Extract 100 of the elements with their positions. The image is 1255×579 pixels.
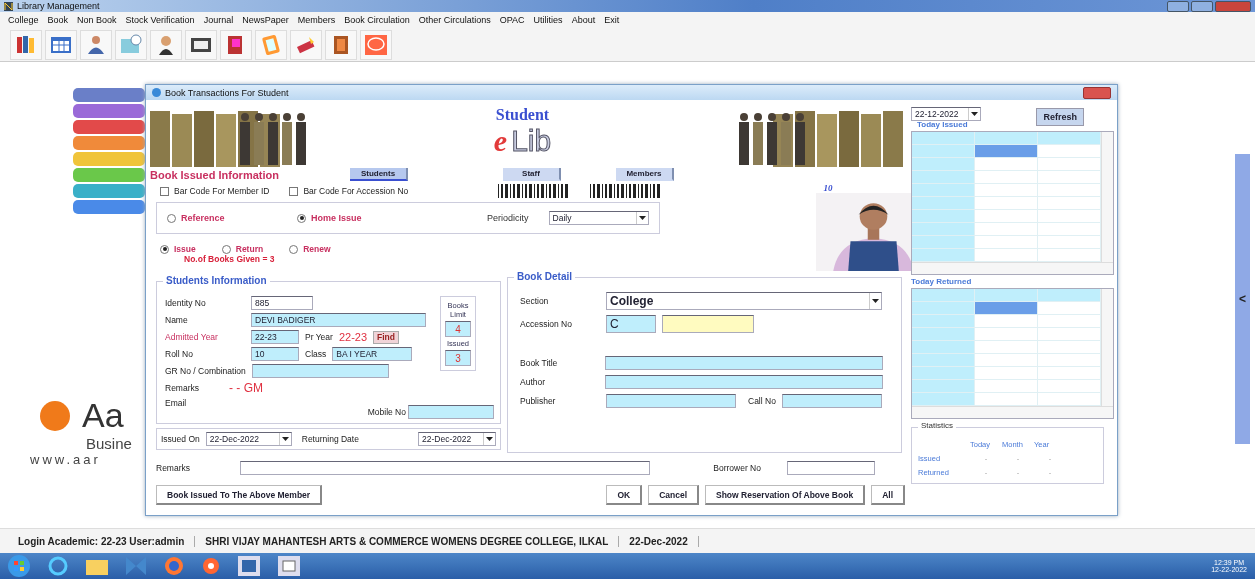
- vertical-scrollbar[interactable]: [1101, 289, 1113, 406]
- button[interactable]: OK: [606, 485, 643, 505]
- menu-item[interactable]: Stock Verification: [125, 15, 195, 25]
- tab[interactable]: Members: [616, 168, 674, 181]
- input-field[interactable]: [781, 394, 882, 408]
- input-field[interactable]: 885: [251, 296, 313, 310]
- toolbar-button[interactable]: [150, 29, 182, 60]
- menu-item[interactable]: Book: [47, 15, 69, 25]
- toolbar-button[interactable]: [80, 29, 112, 60]
- start-button[interactable]: [8, 555, 30, 577]
- input-field[interactable]: 10: [251, 347, 299, 361]
- button[interactable]: Cancel: [648, 485, 699, 505]
- button[interactable]: All: [871, 485, 905, 505]
- minimize-button[interactable]: [1167, 0, 1189, 12]
- field-label: Name: [165, 315, 189, 325]
- menu-item[interactable]: Book Circulation: [344, 15, 410, 25]
- input-field[interactable]: DEVI BADIGER: [251, 313, 426, 327]
- maximize-button[interactable]: [1191, 0, 1213, 12]
- radio-button[interactable]: [167, 213, 176, 223]
- record-icon[interactable]: [202, 557, 220, 575]
- menu-item[interactable]: NewsPaper: [242, 15, 289, 25]
- input-field[interactable]: [662, 315, 754, 333]
- field-label: Admitted Year: [165, 332, 219, 342]
- dropdown[interactable]: Daily: [548, 211, 649, 225]
- menu-item[interactable]: Utilities: [533, 15, 563, 25]
- browser-icon[interactable]: [48, 556, 68, 576]
- browser-icon[interactable]: [164, 556, 184, 576]
- refresh-button[interactable]: Refresh: [1036, 108, 1084, 126]
- radio-button[interactable]: [289, 244, 299, 254]
- menu-item[interactable]: OPAC: [499, 15, 525, 25]
- toolbar-button[interactable]: [220, 29, 252, 60]
- radio-button[interactable]: [221, 244, 231, 254]
- input-field[interactable]: [408, 405, 494, 419]
- status-text: Login Academic: 22-23 User:admin: [8, 535, 196, 547]
- dropdown[interactable]: 22-Dec-2022: [418, 432, 496, 446]
- data-grid[interactable]: [911, 288, 1114, 419]
- field-label: GR No / Combination: [165, 366, 246, 376]
- radio-label: Home Issue: [311, 213, 362, 223]
- field-label: Periodicity: [487, 213, 529, 223]
- tab[interactable]: Students: [350, 168, 408, 181]
- menu-item[interactable]: Non Book: [77, 15, 117, 25]
- input-field[interactable]: BA I YEAR: [332, 347, 413, 361]
- button[interactable]: Show Reservation Of Above Book: [705, 485, 866, 505]
- checkbox[interactable]: [289, 186, 299, 196]
- close-button[interactable]: [1083, 86, 1111, 99]
- input-field[interactable]: [604, 375, 883, 389]
- dropdown[interactable]: 22-Dec-2022: [205, 432, 292, 446]
- input-field[interactable]: [604, 356, 883, 370]
- dropdown[interactable]: 22-12-2022: [911, 107, 981, 121]
- data-grid[interactable]: [911, 131, 1114, 275]
- speech-bubble-icon: [364, 32, 388, 57]
- input-field[interactable]: [606, 394, 736, 408]
- input-field[interactable]: C: [606, 315, 656, 333]
- toolbar-button[interactable]: [10, 29, 42, 60]
- horizontal-scrollbar[interactable]: [912, 406, 1113, 418]
- checkbox[interactable]: [160, 186, 169, 196]
- input-field[interactable]: [251, 364, 389, 378]
- button[interactable]: Book Issued To The Above Member: [156, 485, 323, 505]
- field-label: Class: [305, 349, 327, 359]
- radio-label: Reference: [181, 213, 225, 223]
- side-panel-tab[interactable]: <: [1235, 154, 1250, 444]
- radio-button[interactable]: [297, 213, 306, 223]
- document-icon[interactable]: [278, 556, 300, 576]
- menu-item[interactable]: Exit: [604, 15, 620, 25]
- input-field[interactable]: [787, 461, 875, 475]
- grid-row[interactable]: [912, 145, 1101, 158]
- menu-item[interactable]: Journal: [203, 15, 234, 25]
- app-icon: [4, 1, 13, 11]
- pr-year-value: 22-23: [338, 331, 368, 343]
- menu-item[interactable]: Other Circulations: [418, 15, 491, 25]
- toolbar-button[interactable]: [185, 29, 217, 60]
- logo-subtitle: Busine: [85, 435, 133, 452]
- dropdown[interactable]: College: [606, 292, 882, 310]
- tab[interactable]: Staff: [503, 168, 561, 181]
- website-text: www.aar: [29, 452, 102, 467]
- input-field[interactable]: [240, 461, 650, 475]
- folder-icon[interactable]: [86, 557, 108, 575]
- radio-label: Renew: [303, 244, 331, 254]
- logo-text: Lib: [511, 124, 552, 158]
- radio-button[interactable]: [160, 244, 169, 254]
- field-label: Roll No: [165, 349, 194, 359]
- grid-row[interactable]: [912, 302, 1101, 315]
- caret-icon: [971, 112, 978, 116]
- logo-text: Aa: [82, 396, 124, 435]
- vertical-scrollbar[interactable]: [1101, 132, 1113, 262]
- field-label: Borrower No: [713, 463, 761, 473]
- dialog-title: Book Transactions For Student: [165, 87, 289, 98]
- menu-item[interactable]: College: [8, 15, 39, 25]
- menu-item[interactable]: Members: [297, 15, 336, 25]
- radio-label: Return: [235, 244, 264, 254]
- input-field[interactable]: 22-23: [251, 330, 299, 344]
- document-icon[interactable]: [238, 556, 260, 576]
- horizontal-scrollbar[interactable]: [912, 262, 1113, 274]
- field-label: Accession No: [520, 319, 573, 329]
- close-button[interactable]: [1215, 0, 1251, 12]
- checkbox-label: Bar Code For Member ID: [174, 186, 270, 196]
- logo-icon: [40, 400, 70, 431]
- group-title: Book Detail: [514, 271, 575, 282]
- find-button[interactable]: Find: [373, 330, 399, 344]
- menu-item[interactable]: About: [571, 15, 596, 25]
